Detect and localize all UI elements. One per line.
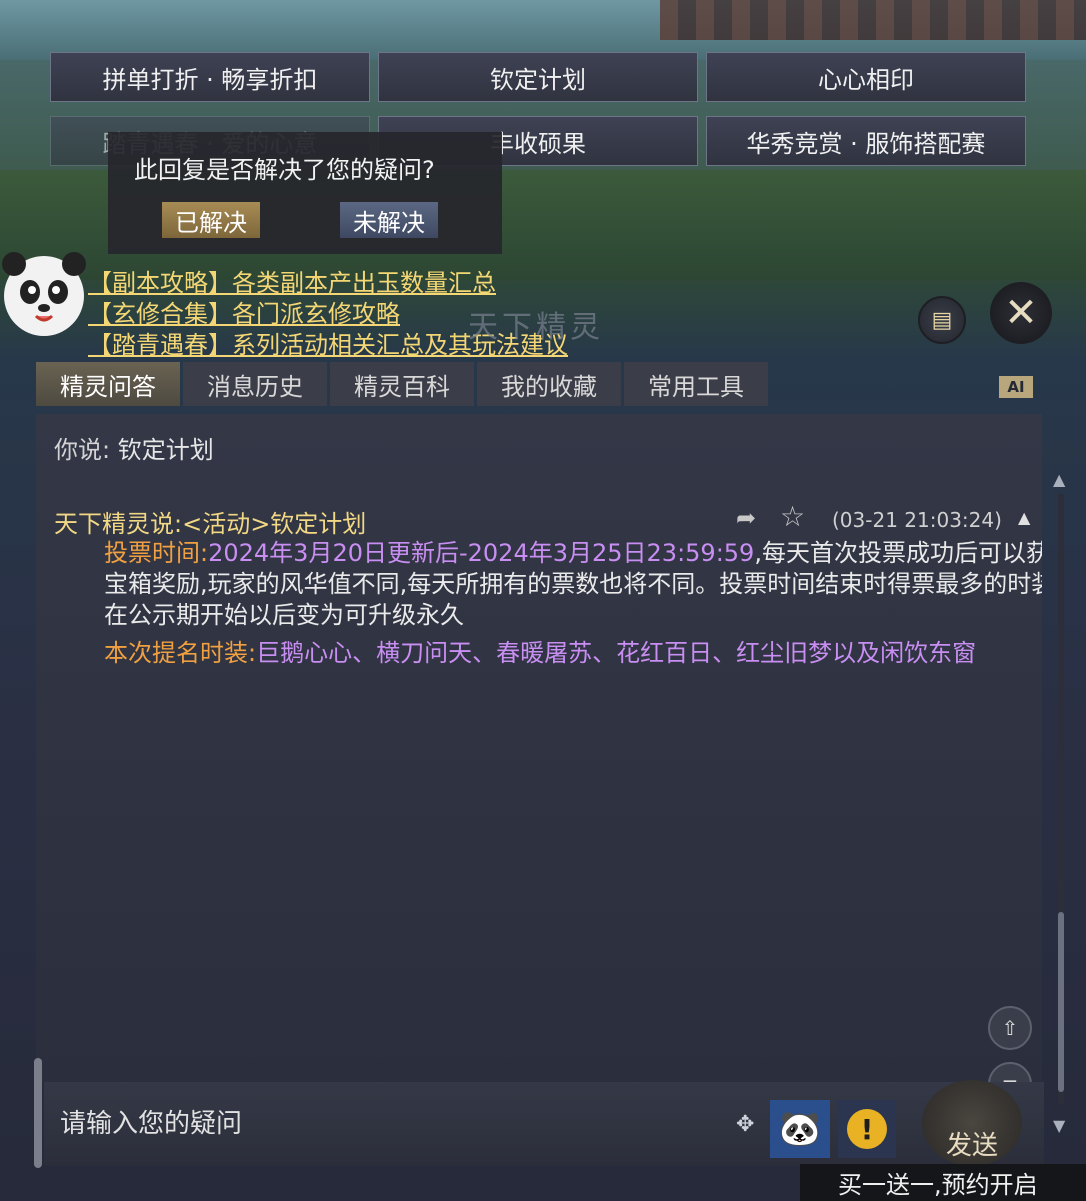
reply-timestamp: (03-21 21:03:24)	[832, 508, 1002, 532]
panda-avatar-button[interactable]: 🐼	[770, 1100, 830, 1158]
feedback-question: 此回复是否解决了您的疑问?	[134, 156, 435, 184]
nominee-paragraph: 本次提名时装:巨鹅心心、横刀问天、春暖屠苏、花红百日、红尘旧梦以及闲饮东窗	[54, 638, 1042, 669]
link-dungeon-guide[interactable]: 【副本攻略】各类副本产出玉数量汇总	[88, 268, 568, 299]
promo-banner[interactable]: 买一送一,预约开启	[800, 1164, 1086, 1201]
tab-tools[interactable]: 常用工具	[624, 362, 768, 406]
tip-button[interactable]: !	[838, 1100, 896, 1158]
activity-button-imperial-plan[interactable]: 钦定计划	[378, 52, 698, 102]
panda-face-icon: 🐼	[778, 1109, 822, 1149]
question-input[interactable]	[44, 1082, 724, 1166]
tab-favorites[interactable]: 我的收藏	[477, 362, 621, 406]
activity-button-fashion-contest[interactable]: 华秀竞赏 · 服饰搭配赛	[706, 116, 1026, 166]
watermark-title: 天下精灵	[468, 310, 604, 345]
collapse-icon[interactable]: ▲	[1018, 508, 1030, 527]
activity-button-group-discount[interactable]: 拼单打折 · 畅享折扣	[50, 52, 370, 102]
star-icon[interactable]: ☆	[780, 500, 805, 533]
scroll-down-arrow-icon[interactable]: ▼	[1053, 1116, 1065, 1135]
nominee-label: 本次提名时装:	[104, 639, 257, 667]
scrollbar-thumb[interactable]	[1058, 912, 1064, 1092]
tab-history[interactable]: 消息历史	[183, 362, 327, 406]
assistant-panel: 精灵问答 消息历史 精灵百科 我的收藏 常用工具 AI 你说: 钦定计划 天下精…	[36, 362, 1065, 1135]
resolved-button[interactable]: 已解决	[162, 202, 260, 238]
reply-header: 天下精灵说:<活动>钦定计划	[54, 510, 367, 538]
user-message-prefix: 你说:	[54, 436, 111, 464]
share-icon[interactable]: ➦	[736, 504, 756, 532]
reply-message: 天下精灵说:<活动>钦定计划 ➦ ☆ (03-21 21:03:24) ▲ 投票…	[36, 498, 1042, 708]
chat-bubble-icon[interactable]: ▤	[918, 296, 966, 344]
background-building	[660, 0, 1086, 40]
scrollbar[interactable]	[1058, 494, 1064, 1104]
nominee-list: 巨鹅心心、横刀问天、春暖屠苏、花红百日、红尘旧梦以及闲饮东窗	[256, 639, 977, 667]
tab-encyclopedia[interactable]: 精灵百科	[330, 362, 474, 406]
tab-qa[interactable]: 精灵问答	[36, 362, 180, 406]
feedback-popup: 此回复是否解决了您的疑问? 已解决 未解决	[108, 132, 502, 254]
vote-label: 投票时间:	[104, 539, 209, 567]
send-button[interactable]: 发送	[922, 1080, 1022, 1166]
close-icon[interactable]: ✕	[990, 282, 1052, 344]
ai-badge: AI	[999, 376, 1033, 398]
drag-handle[interactable]	[34, 1058, 42, 1168]
unresolved-button[interactable]: 未解决	[340, 202, 438, 238]
input-bar: ✥ 🐼 ! 发送	[44, 1080, 1044, 1166]
user-message: 你说: 钦定计划	[54, 430, 214, 465]
chat-content: 你说: 钦定计划 天下精灵说:<活动>钦定计划 ➦ ☆ (03-21 21:03…	[36, 414, 1065, 1135]
move-icon[interactable]: ✥	[736, 1112, 754, 1137]
vote-range: 2024年3月20日更新后-2024年3月25日23:59:59	[208, 539, 755, 567]
scroll-to-top-icon[interactable]: ⇧	[988, 1006, 1032, 1050]
user-message-text: 钦定计划	[117, 436, 214, 464]
exclamation-icon: !	[847, 1109, 887, 1149]
panda-mascot-icon	[2, 252, 86, 336]
activity-button-heart[interactable]: 心心相印	[706, 52, 1026, 102]
vote-paragraph: 投票时间:2024年3月20日更新后-2024年3月25日23:59:59,每天…	[54, 538, 1042, 631]
scroll-up-arrow-icon[interactable]: ▲	[1053, 470, 1065, 489]
tab-bar: 精灵问答 消息历史 精灵百科 我的收藏 常用工具	[36, 362, 771, 406]
